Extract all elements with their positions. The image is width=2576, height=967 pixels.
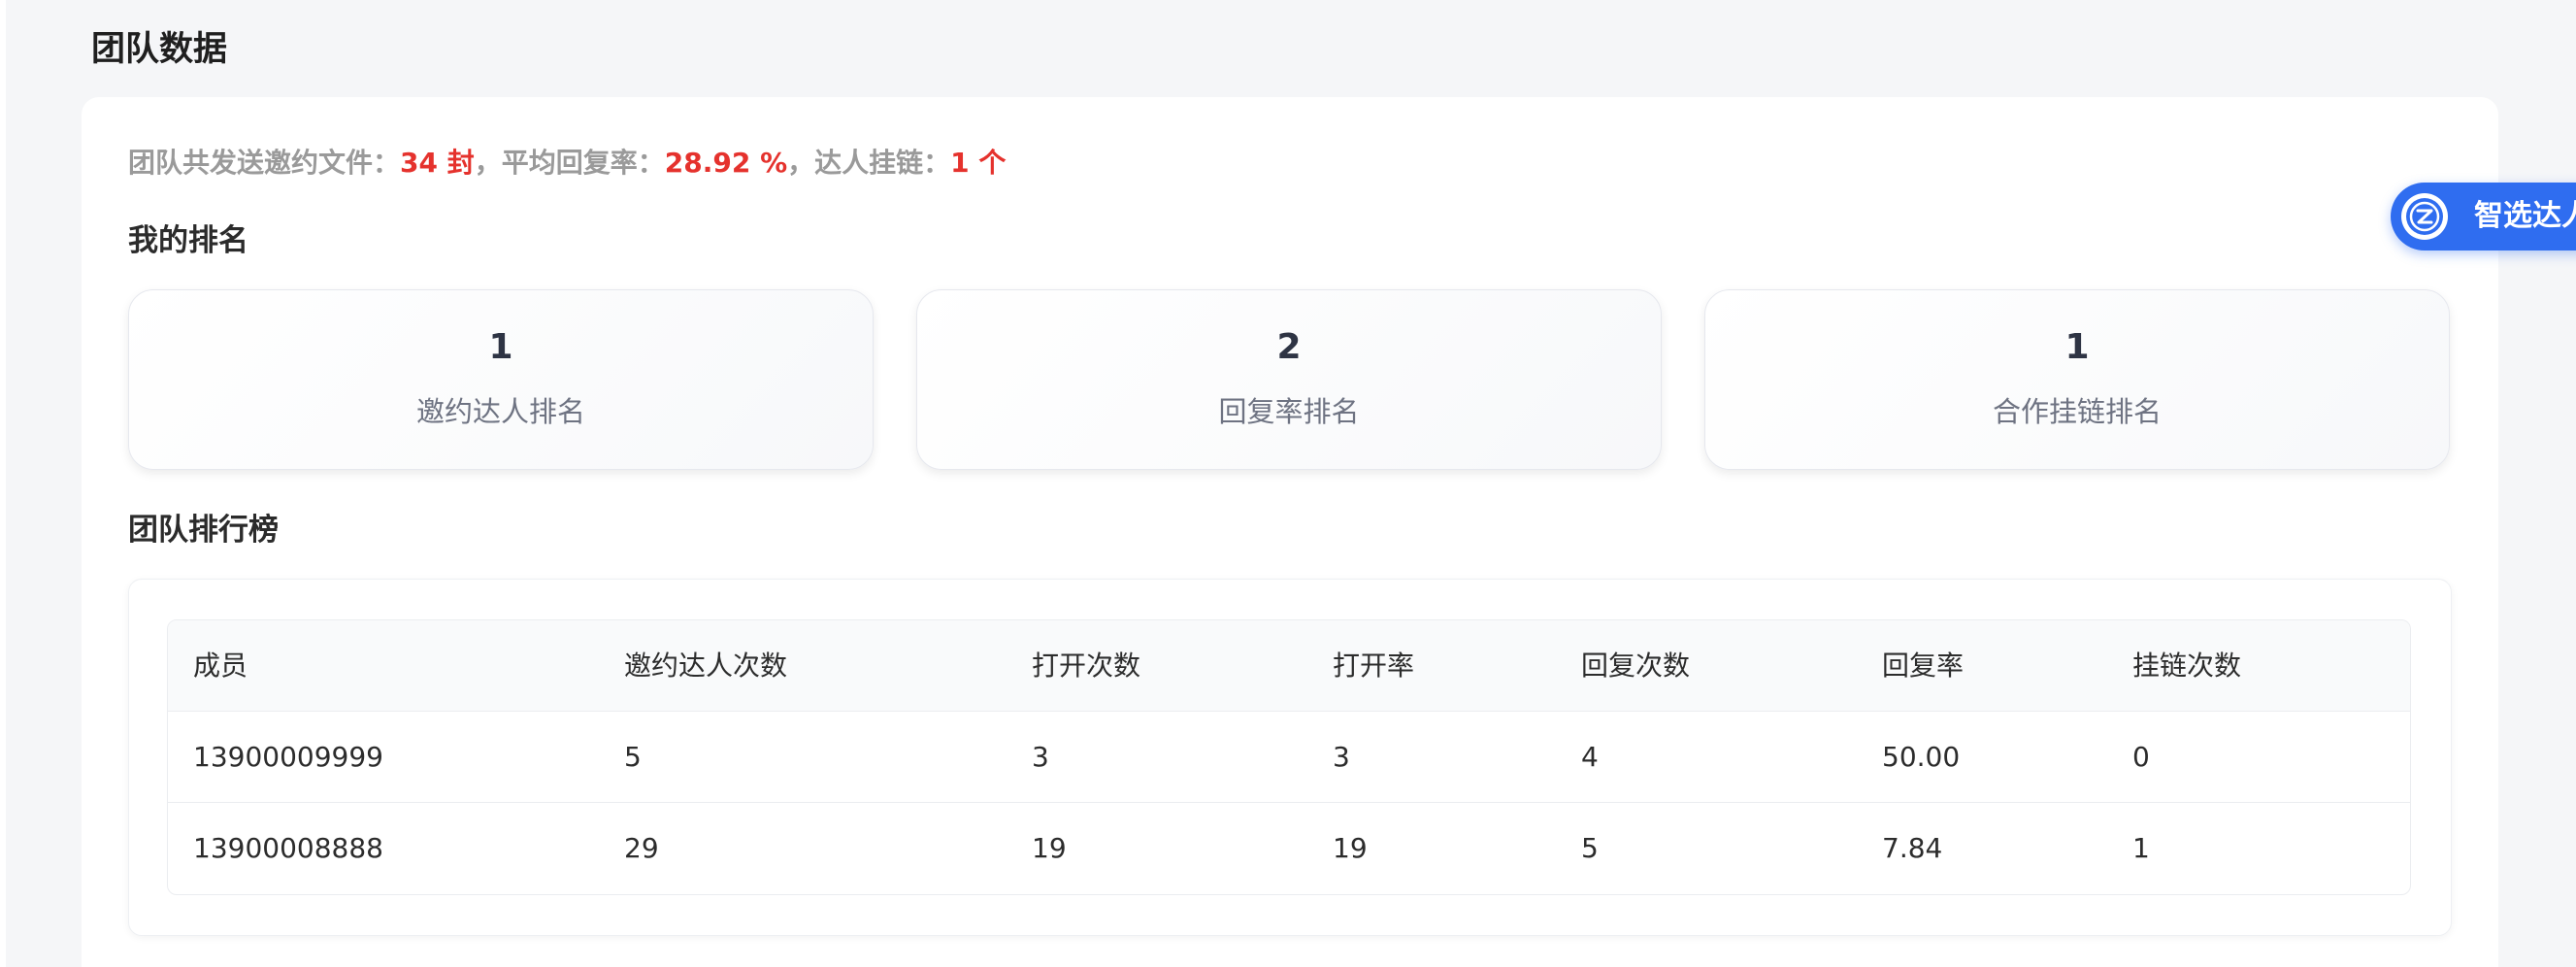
cell-opens: 19 [1032,832,1067,864]
table-row: 13900008888 29 19 19 5 7.84 1 [168,803,2410,894]
rank-card-link: 1 合作挂链排名 [1704,289,2450,470]
leaderboard-title: 团队排行榜 [128,513,279,548]
page-title: 团队数据 [91,30,228,69]
cell-invites: 5 [624,741,642,773]
cell-opens: 3 [1032,741,1049,773]
rank-label: 回复率排名 [1218,395,1360,428]
rank-label: 邀约达人排名 [415,395,585,428]
cell-open-rate: 3 [1333,741,1350,773]
rank-value: 1 [2064,327,2090,367]
cell-invites: 29 [624,832,659,864]
column-header-replies: 回复次数 [1581,650,1691,682]
summary-mid2: ，达人挂链： [787,147,951,179]
zhixuan-logo-icon [2401,193,2448,240]
cell-reply-rate: 7.84 [1882,832,1943,864]
cell-links: 0 [2132,741,2150,773]
my-ranking-title: 我的排名 [128,223,248,258]
zhixuan-float-button[interactable]: 智选达人 [2391,183,2576,250]
cell-open-rate: 19 [1333,832,1368,864]
float-button-label: 智选达人 [2474,199,2576,233]
cell-member: 13900009999 [193,741,383,773]
column-header-opens: 打开次数 [1032,650,1141,682]
cell-member: 13900008888 [193,832,383,864]
column-header-member: 成员 [193,650,248,682]
table-row: 13900009999 5 3 3 4 50.00 0 [168,712,2410,803]
rank-value: 1 [488,327,513,367]
rank-card-invite: 1 邀约达人排名 [128,289,874,470]
team-summary: 团队共发送邀约文件：34 封，平均回复率：28.92 %，达人挂链：1 个 [128,142,1006,181]
summary-mid1: ，平均回复率： [474,147,665,179]
summary-prefix: 团队共发送邀约文件： [128,147,401,179]
cell-replies: 4 [1581,741,1599,773]
files-count: 34 封 [400,147,475,179]
leaderboard-table: 成员 邀约达人次数 打开次数 打开率 回复次数 回复率 挂链次数 1390000… [167,619,2411,895]
left-edge-strip [0,0,6,967]
cell-replies: 5 [1581,832,1599,864]
linked-count: 1 个 [950,147,1007,179]
column-header-reply-rate: 回复率 [1882,650,1965,682]
column-header-links: 挂链次数 [2132,650,2242,682]
team-data-page: 团队数据 团队共发送邀约文件：34 封，平均回复率：28.92 %，达人挂链：1… [0,0,2576,967]
rank-value: 2 [1276,327,1302,367]
cell-links: 1 [2132,832,2150,864]
column-header-invites: 邀约达人次数 [624,650,788,682]
rank-card-reply-rate: 2 回复率排名 [916,289,1662,470]
table-header-row: 成员 邀约达人次数 打开次数 打开率 回复次数 回复率 挂链次数 [168,620,2410,712]
cell-reply-rate: 50.00 [1882,741,1961,773]
column-header-open-rate: 打开率 [1333,650,1415,682]
rank-label: 合作挂链排名 [1992,395,2162,428]
avg-reply-rate: 28.92 % [664,147,788,179]
